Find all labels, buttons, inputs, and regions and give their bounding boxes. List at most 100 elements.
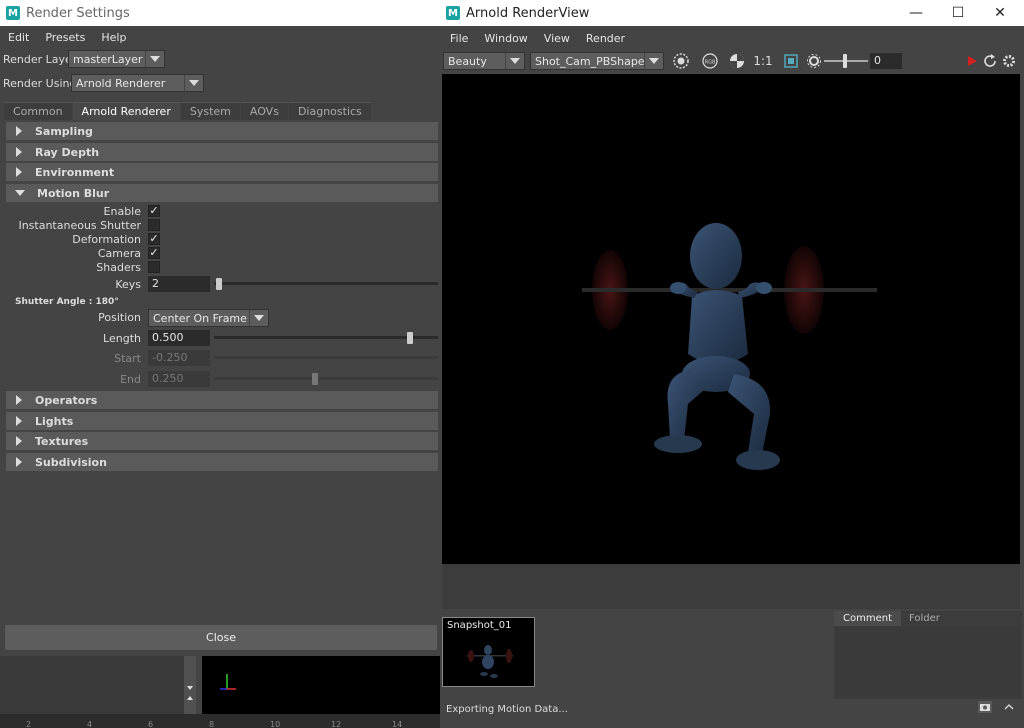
render-settings-window: M Render Settings Edit Presets Help Rend… bbox=[0, 0, 440, 728]
exposure-icon[interactable] bbox=[806, 53, 822, 69]
tab-comment[interactable]: Comment bbox=[834, 611, 901, 626]
render-layer-value: masterLayer bbox=[73, 52, 143, 66]
instantaneous-shutter-checkbox[interactable] bbox=[148, 219, 160, 231]
timeline-tick-label: 2 bbox=[26, 720, 32, 728]
frame-fit-icon[interactable] bbox=[783, 53, 799, 69]
render-using-value: Arnold Renderer bbox=[76, 76, 166, 90]
section-label: Textures bbox=[35, 434, 89, 448]
length-field[interactable]: 0.500 bbox=[148, 330, 210, 346]
length-slider-track[interactable] bbox=[214, 336, 438, 339]
exposure-field[interactable]: 0 bbox=[870, 53, 902, 69]
start-field: -0.250 bbox=[148, 350, 210, 366]
section-environment[interactable]: Environment bbox=[6, 163, 438, 181]
section-subdivision[interactable]: Subdivision bbox=[6, 453, 438, 471]
end-slider-handle bbox=[312, 373, 318, 385]
display-mode-icon[interactable] bbox=[673, 53, 689, 69]
section-label: Sampling bbox=[35, 124, 93, 138]
window-title: Render Settings bbox=[26, 5, 130, 21]
maya-logo-icon: M bbox=[6, 6, 20, 20]
menu-file[interactable]: File bbox=[442, 32, 476, 45]
rs-menubar: Edit Presets Help bbox=[0, 27, 134, 47]
timeline-tick-label: 14 bbox=[392, 720, 403, 728]
status-message: Exporting Motion Data... bbox=[446, 704, 568, 715]
length-slider-handle[interactable] bbox=[407, 332, 413, 344]
vertical-scrollbar[interactable] bbox=[184, 656, 196, 714]
menu-view[interactable]: View bbox=[536, 32, 578, 45]
check-icon: ✓ bbox=[149, 204, 159, 217]
enable-checkbox[interactable]: ✓ bbox=[148, 205, 160, 217]
section-lights[interactable]: Lights bbox=[6, 412, 438, 430]
refresh-icon[interactable] bbox=[982, 53, 998, 69]
snapshot-strip: Snapshot_01 bbox=[442, 611, 832, 699]
expand-icon bbox=[16, 395, 22, 405]
comment-text-area[interactable] bbox=[836, 627, 1020, 697]
tab-aovs[interactable]: AOVs bbox=[240, 102, 288, 120]
menu-edit[interactable]: Edit bbox=[0, 31, 37, 44]
ratio-button[interactable]: 1:1 bbox=[752, 53, 774, 69]
settings-gear-icon[interactable] bbox=[1001, 53, 1017, 69]
tab-system[interactable]: System bbox=[180, 102, 240, 120]
timeline-tick-label: 4 bbox=[87, 720, 93, 728]
section-motion-blur[interactable]: Motion Blur bbox=[6, 184, 438, 202]
section-label: Motion Blur bbox=[37, 186, 110, 200]
chevron-down-icon bbox=[649, 58, 659, 64]
render-using-dropdown[interactable]: Arnold Renderer bbox=[71, 74, 204, 92]
tab-arnold-renderer[interactable]: Arnold Renderer bbox=[72, 102, 180, 120]
render-settings-titlebar[interactable]: M Render Settings bbox=[0, 0, 440, 26]
render-image[interactable] bbox=[442, 74, 1020, 564]
keys-slider-track[interactable] bbox=[214, 282, 438, 285]
snapshot-thumbnail[interactable]: Snapshot_01 bbox=[442, 617, 535, 687]
menu-render[interactable]: Render bbox=[578, 32, 633, 45]
section-operators[interactable]: Operators bbox=[6, 391, 438, 409]
deformation-checkbox[interactable]: ✓ bbox=[148, 233, 160, 245]
collapse-icon bbox=[15, 190, 25, 196]
start-slider-track bbox=[214, 356, 438, 359]
tab-common[interactable]: Common bbox=[4, 102, 72, 120]
maya-logo-icon: M bbox=[446, 6, 460, 20]
outliner-panel bbox=[0, 656, 195, 714]
aov-dropdown[interactable]: Beauty bbox=[443, 52, 525, 70]
camera-dropdown[interactable]: Shot_Cam_PBShape bbox=[530, 52, 664, 70]
shutter-angle-label: Shutter Angle : 180° bbox=[15, 297, 119, 307]
rs-tabs: Common Arnold Renderer System AOVs Diagn… bbox=[4, 102, 372, 120]
minimize-button[interactable]: — bbox=[896, 0, 936, 26]
render-play-icon[interactable] bbox=[964, 53, 980, 69]
snapshot-camera-icon[interactable] bbox=[978, 701, 992, 713]
section-ray-depth[interactable]: Ray Depth bbox=[6, 143, 438, 161]
keys-field[interactable]: 2 bbox=[148, 276, 210, 292]
camera-value: Shot_Cam_PBShape bbox=[535, 54, 645, 68]
alpha-checker-icon[interactable] bbox=[729, 53, 745, 69]
menu-help[interactable]: Help bbox=[93, 31, 134, 44]
check-icon: ✓ bbox=[149, 232, 159, 245]
render-layer-dropdown[interactable]: masterLayer bbox=[68, 50, 165, 68]
section-sampling[interactable]: Sampling bbox=[6, 122, 438, 140]
camera-checkbox[interactable]: ✓ bbox=[148, 247, 160, 259]
chevron-up-icon[interactable] bbox=[1002, 701, 1016, 713]
check-icon: ✓ bbox=[149, 246, 159, 259]
end-slider-track bbox=[214, 377, 438, 380]
deformation-label: Deformation bbox=[72, 233, 141, 246]
rendered-figure-image bbox=[582, 223, 877, 470]
renderview-titlebar[interactable]: M Arnold RenderView — ☐ ✕ bbox=[440, 0, 1024, 26]
keys-slider-handle[interactable] bbox=[216, 278, 222, 290]
rgb-channel-icon[interactable]: RGB bbox=[702, 53, 718, 69]
exposure-slider-handle[interactable] bbox=[843, 54, 847, 68]
tab-folder[interactable]: Folder bbox=[900, 611, 949, 626]
close-window-button[interactable]: ✕ bbox=[980, 0, 1020, 26]
menu-window[interactable]: Window bbox=[476, 32, 535, 45]
timeline-tick-label: 6 bbox=[148, 720, 154, 728]
viewport-panel[interactable] bbox=[202, 656, 440, 714]
maximize-button[interactable]: ☐ bbox=[938, 0, 978, 26]
end-label: End bbox=[120, 373, 141, 386]
chevron-down-icon bbox=[189, 80, 199, 86]
section-label: Subdivision bbox=[35, 455, 107, 469]
menu-presets[interactable]: Presets bbox=[37, 31, 93, 44]
position-dropdown[interactable]: Center On Frame bbox=[148, 309, 269, 327]
section-label: Operators bbox=[35, 393, 98, 407]
close-button[interactable]: Close bbox=[5, 625, 437, 650]
shaders-checkbox[interactable] bbox=[148, 261, 160, 273]
tab-diagnostics[interactable]: Diagnostics bbox=[288, 102, 371, 120]
section-textures[interactable]: Textures bbox=[6, 432, 438, 450]
position-value: Center On Frame bbox=[153, 311, 247, 325]
enable-label: Enable bbox=[103, 205, 141, 218]
